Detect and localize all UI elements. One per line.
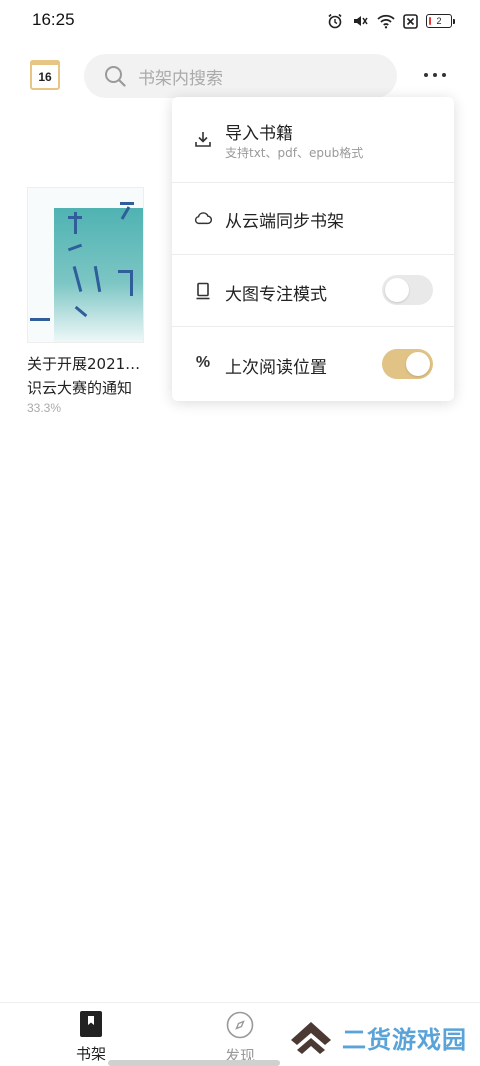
- wifi-icon: [377, 14, 395, 29]
- watermark: 二货游戏园: [288, 1018, 467, 1056]
- cover-stroke: [130, 270, 133, 296]
- mute-icon: [354, 16, 368, 26]
- more-options-button[interactable]: [418, 64, 452, 86]
- watermark-logo-icon: [291, 1022, 331, 1054]
- menu-item-label: 大图专注模式: [225, 285, 327, 305]
- download-icon: [194, 130, 212, 148]
- menu-item-label: 从云端同步书架: [225, 212, 344, 232]
- sim-off-icon: [403, 13, 418, 29]
- tab-bookshelf[interactable]: 书架: [51, 1011, 131, 1064]
- gesture-bar[interactable]: [108, 1060, 280, 1066]
- battery-level: 2: [436, 16, 442, 26]
- status-time: 16:25: [32, 10, 75, 29]
- cloud-icon: [194, 209, 212, 227]
- percent-icon: %: [195, 354, 211, 371]
- large-cover-mode-toggle[interactable]: [382, 275, 433, 305]
- calendar-day: 16: [38, 69, 52, 84]
- battery-icon: 2: [426, 14, 455, 28]
- menu-item-label: 导入书籍: [225, 124, 293, 144]
- tab-discover[interactable]: 发现: [200, 1011, 280, 1066]
- cover-stroke: [68, 216, 82, 219]
- more-dot: [442, 73, 446, 77]
- book-title[interactable]: 关于开展2021…识云大赛的通知: [27, 352, 147, 400]
- menu-item-import-books[interactable]: 导入书籍 支持txt、pdf、epub格式: [172, 97, 454, 182]
- compass-icon: [226, 1011, 254, 1039]
- tab-label: 书架: [75, 1045, 106, 1063]
- cover-stroke: [120, 202, 134, 205]
- menu-item-cloud-sync[interactable]: 从云端同步书架: [172, 183, 454, 254]
- calendar-icon[interactable]: 16: [30, 60, 60, 90]
- book-progress: 33.3%: [27, 401, 62, 415]
- dropdown-menu: 导入书籍 支持txt、pdf、epub格式 从云端同步书架 大图专注模式 % 上…: [172, 97, 454, 401]
- more-dot: [433, 73, 437, 77]
- search-icon: [105, 66, 126, 87]
- menu-item-last-read-position[interactable]: % 上次阅读位置: [172, 327, 454, 401]
- book-icon: [194, 282, 212, 300]
- book-cover[interactable]: [27, 187, 144, 343]
- menu-item-sublabel: 支持txt、pdf、epub格式: [225, 146, 364, 160]
- battery-fill: [429, 17, 431, 25]
- menu-item-large-cover-mode[interactable]: 大图专注模式: [172, 255, 454, 326]
- watermark-text: 二货游戏园: [342, 1025, 467, 1054]
- menu-item-label: 上次阅读位置: [225, 358, 327, 378]
- search-input[interactable]: 书架内搜索: [84, 54, 397, 98]
- status-icons: 2: [327, 11, 455, 31]
- bookmark-icon: [80, 1011, 102, 1037]
- status-bar: 16:25 2: [0, 0, 480, 40]
- last-read-position-toggle[interactable]: [382, 349, 433, 379]
- alarm-icon: [328, 13, 342, 29]
- cover-stroke: [30, 318, 50, 321]
- more-dot: [424, 73, 428, 77]
- toggle-knob: [406, 352, 430, 376]
- search-placeholder: 书架内搜索: [138, 68, 223, 89]
- toggle-knob: [385, 278, 409, 302]
